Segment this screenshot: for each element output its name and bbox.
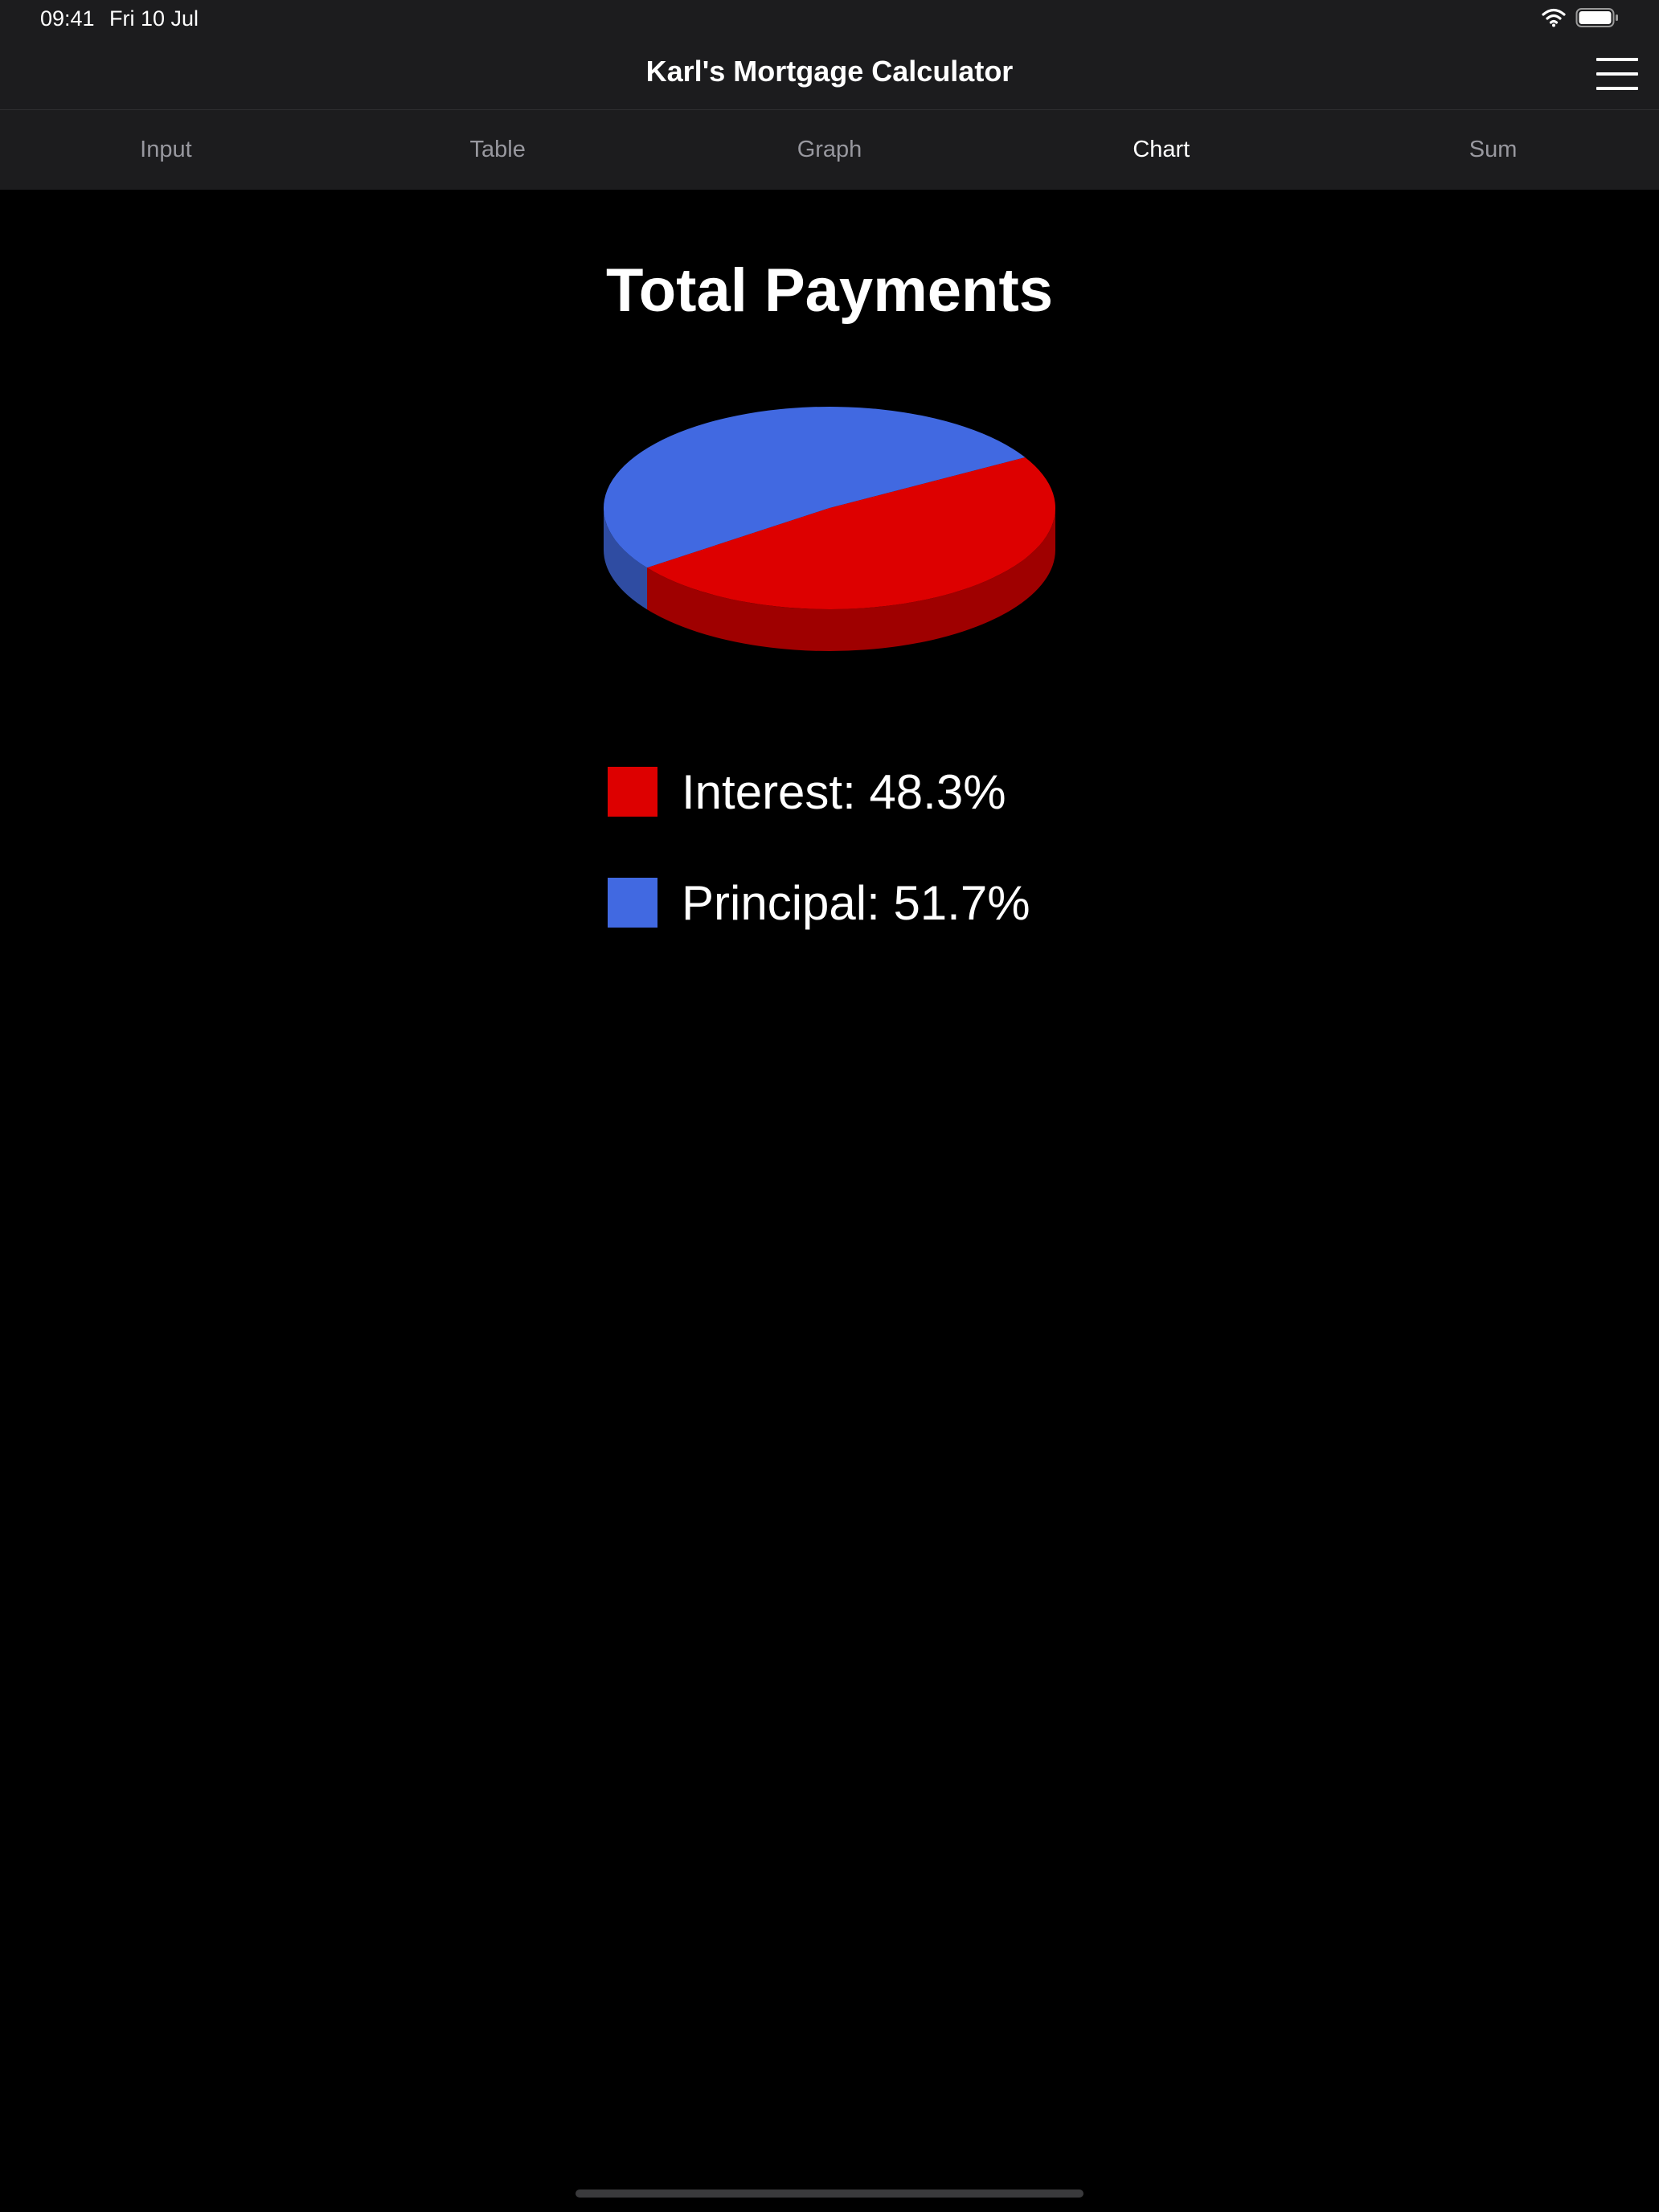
legend-swatch-principal bbox=[608, 878, 657, 928]
legend-item-principal: Principal: 51.7% bbox=[608, 875, 1030, 930]
navigation-bar: Karl's Mortgage Calculator bbox=[0, 39, 1659, 110]
tab-input[interactable]: Input bbox=[0, 110, 332, 190]
home-indicator bbox=[576, 2189, 1083, 2198]
tab-table[interactable]: Table bbox=[332, 110, 664, 190]
legend-swatch-interest bbox=[608, 767, 657, 817]
pie-chart bbox=[604, 407, 1056, 651]
legend-label-interest: Interest: 48.3% bbox=[682, 764, 1006, 819]
chart-content: Total Payments Interest: 48.3% Principal… bbox=[0, 190, 1659, 2212]
app-title: Karl's Mortgage Calculator bbox=[645, 55, 1014, 88]
tab-sum[interactable]: Sum bbox=[1327, 110, 1659, 190]
tab-bar: Input Table Graph Chart Sum bbox=[0, 110, 1659, 190]
wifi-icon bbox=[1542, 8, 1566, 31]
legend-item-interest: Interest: 48.3% bbox=[608, 764, 1006, 819]
hamburger-menu-icon[interactable] bbox=[1596, 58, 1638, 90]
chart-title: Total Payments bbox=[605, 256, 1054, 325]
legend-label-principal: Principal: 51.7% bbox=[682, 875, 1030, 930]
tab-chart[interactable]: Chart bbox=[995, 110, 1327, 190]
battery-icon bbox=[1575, 7, 1619, 32]
tab-graph[interactable]: Graph bbox=[664, 110, 996, 190]
status-time: 09:41 bbox=[40, 6, 95, 31]
status-bar: 09:41 Fri 10 Jul bbox=[0, 0, 1659, 39]
status-icons bbox=[1542, 6, 1619, 32]
status-date: Fri 10 Jul bbox=[109, 6, 199, 31]
